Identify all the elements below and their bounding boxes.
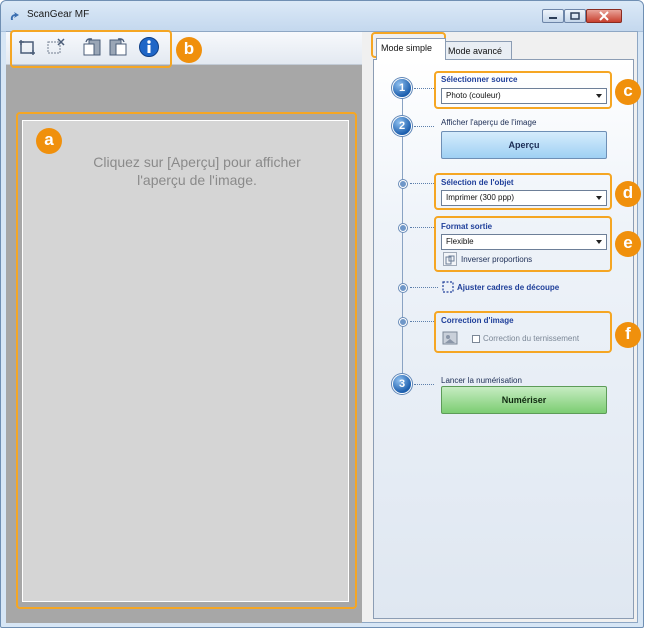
callout-badge-d: d [615,181,641,207]
callout-badge-b: b [176,37,202,63]
callout-badge-c: c [615,79,641,105]
step-leader [414,384,434,386]
step-leader [410,321,434,323]
minimize-button[interactable] [542,9,564,23]
step-dot [399,180,407,188]
maximize-icon [570,12,580,20]
step-leader [410,227,434,229]
step-leader [414,126,434,128]
window-title: ScanGear MF [27,9,90,20]
step-leader [410,287,438,289]
callout-frame-f [434,311,612,353]
step-1-number: 1 [393,79,411,97]
callout-badge-a: a [36,128,62,154]
close-icon [599,11,609,21]
title-bar[interactable]: ScanGear MF [1,1,643,32]
close-button[interactable] [586,9,622,23]
tab-mode-simple[interactable]: Mode simple [376,38,446,60]
show-preview-label: Afficher l'aperçu de l'image [441,118,537,127]
crop-frame-icon [442,281,454,293]
step-connector-line [402,98,403,388]
step-leader [410,183,434,185]
callout-badge-e: e [615,231,641,257]
scan-button[interactable]: Numériser [441,386,607,414]
callout-frame-a [16,112,357,609]
callout-frame-c [434,71,612,109]
scangear-app-icon [9,10,23,22]
step-dot [399,284,407,292]
callout-frame-b [10,30,172,68]
callout-frame-e [434,216,612,272]
tab-mode-avance[interactable]: Mode avancé [444,41,512,60]
start-scan-label: Lancer la numérisation [441,376,522,385]
callout-frame-d [434,173,612,210]
maximize-button[interactable] [564,9,586,23]
step-3-number: 3 [393,375,411,393]
step-2-number: 2 [393,117,411,135]
preview-button[interactable]: Aperçu [441,131,607,159]
minimize-icon [549,17,557,19]
step-dot [399,224,407,232]
adjust-crop-frames-link[interactable]: Ajuster cadres de découpe [457,283,559,292]
callout-badge-f: f [615,322,641,348]
step-dot [399,318,407,326]
step-leader [414,88,434,90]
